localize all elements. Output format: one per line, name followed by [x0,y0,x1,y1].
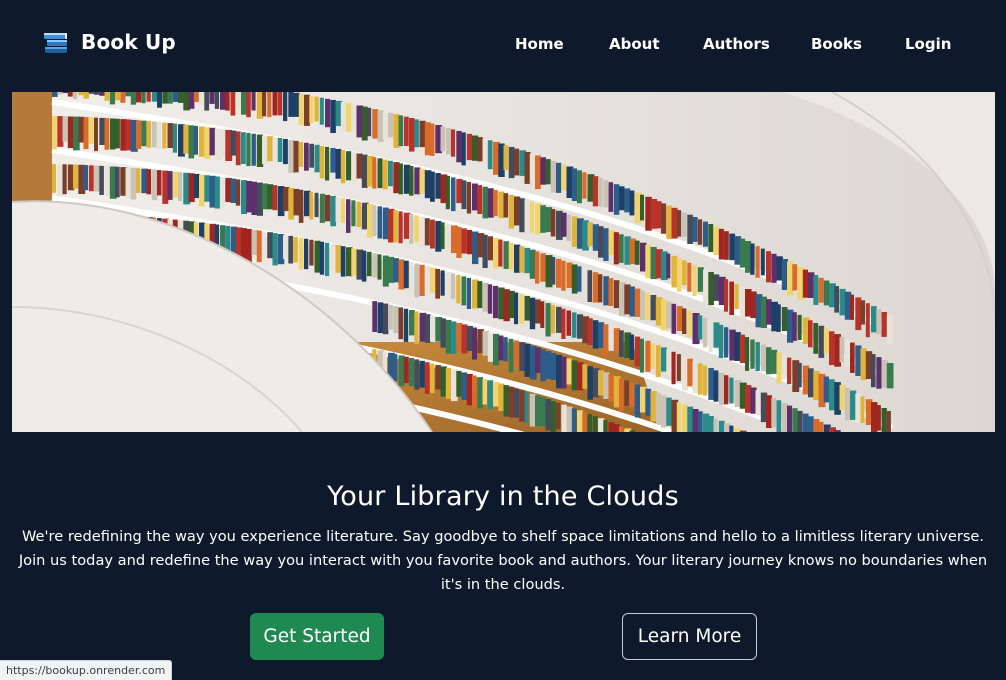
nav-link-authors[interactable]: Authors [703,35,770,53]
brand-link[interactable]: Book Up [42,28,176,56]
hero-library-image [12,92,995,432]
nav-link-login[interactable]: Login [905,35,951,53]
nav-link-about[interactable]: About [609,35,660,53]
nav-link-home[interactable]: Home [515,35,564,53]
nav-link-books[interactable]: Books [811,35,862,53]
brand-name: Book Up [81,30,176,54]
get-started-button[interactable]: Get Started [250,613,384,660]
hero-description: We're redefining the way you experience … [18,528,988,593]
hero-title: Your Library in the Clouds [327,481,679,512]
navbar: Book Up Home About Authors Books Login [0,0,1006,90]
library-bookshelves-illustration [12,92,995,432]
learn-more-button[interactable]: Learn More [622,613,757,660]
status-bar-url: https://bookup.onrender.com [0,660,173,680]
stacked-books-icon [44,33,67,53]
